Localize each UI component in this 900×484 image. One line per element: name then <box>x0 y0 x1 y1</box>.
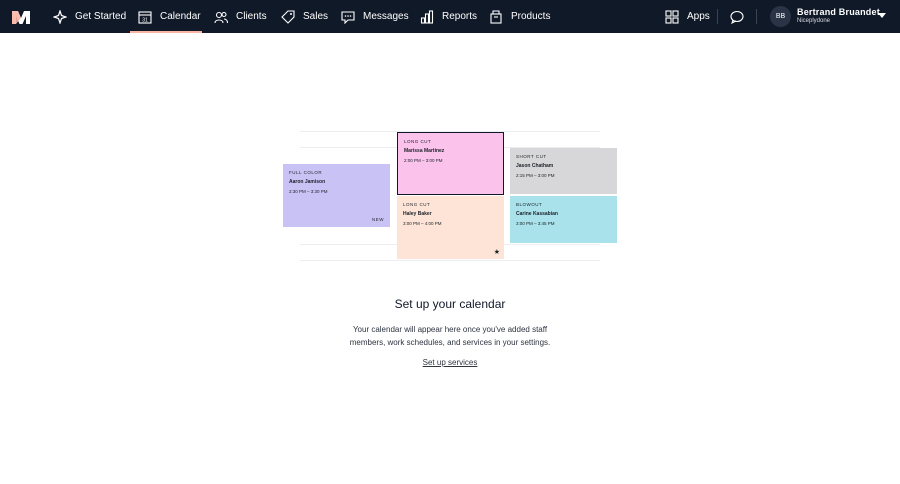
appointment-card: FULL COLOR Aaron Jamison 2:30 PM – 3:30 … <box>283 164 390 227</box>
appointment-time: 3:00 PM – 4:00 PM <box>403 221 442 226</box>
nav-label-products: Products <box>511 11 551 22</box>
nav-divider <box>756 9 757 24</box>
calendar-icon: 31 <box>138 10 152 24</box>
appointment-card: LONG CUT Marissa Martinez 2:00 PM – 3:00… <box>397 132 504 195</box>
appointment-service: LONG CUT <box>404 139 432 144</box>
set-up-services-link[interactable]: Set up services <box>423 358 478 367</box>
tag-icon <box>281 9 295 24</box>
grid-line <box>300 260 600 261</box>
nav-label-clients: Clients <box>236 11 267 22</box>
apps-button[interactable]: Apps <box>665 0 710 33</box>
nav-divider <box>717 9 718 24</box>
appointment-time: 3:00 PM – 3:45 PM <box>516 221 555 226</box>
appointment-time: 2:00 PM – 3:00 PM <box>404 158 443 163</box>
nav-item-get-started[interactable]: Get Started <box>53 0 126 33</box>
appointment-card: LONG CUT Haley Baker 3:00 PM – 4:00 PM ★ <box>397 196 504 259</box>
appointment-card: SHORT CUT Jason Chatham 2:15 PM – 3:00 P… <box>510 148 617 194</box>
sparkle-icon <box>53 9 67 24</box>
clients-icon <box>214 10 228 24</box>
appointment-client: Haley Baker <box>403 211 432 217</box>
box-icon <box>489 9 503 24</box>
speech-bubble-icon <box>730 10 744 24</box>
appointment-service: BLOWOUT <box>516 202 543 207</box>
calendar-illustration: FULL COLOR Aaron Jamison 2:30 PM – 3:30 … <box>280 128 620 264</box>
empty-state-link-wrapper: Set up services <box>0 358 900 367</box>
apps-label: Apps <box>687 11 710 22</box>
nav-item-calendar[interactable]: 31 Calendar <box>130 0 202 33</box>
appointment-service: SHORT CUT <box>516 154 547 159</box>
user-name[interactable]: Bertrand Bruandet <box>797 7 880 17</box>
user-business-name: Niceplydone <box>797 18 831 24</box>
appointment-service: LONG CUT <box>403 202 431 207</box>
nav-item-sales[interactable]: Sales <box>281 0 328 33</box>
appointment-card: BLOWOUT Carine Kassabian 3:00 PM – 3:45 … <box>510 196 617 243</box>
nav-item-messages[interactable]: Messages <box>341 0 409 33</box>
appointment-service: FULL COLOR <box>289 170 323 175</box>
empty-state-title: Set up your calendar <box>394 297 506 311</box>
appointment-client: Aaron Jamison <box>289 179 326 185</box>
top-navigation-bar: Get Started 31 Calendar Clients Sales Me… <box>0 0 900 33</box>
apps-grid-icon <box>665 9 679 24</box>
chevron-down-icon[interactable] <box>878 13 886 18</box>
nav-label-calendar: Calendar <box>160 11 201 22</box>
calendar-icon-day: 31 <box>142 17 148 23</box>
nav-label-reports: Reports <box>442 11 478 22</box>
empty-state-description: Your calendar will appear here once you'… <box>349 325 551 347</box>
star-icon: ★ <box>493 249 500 256</box>
notifications-button[interactable] <box>730 0 752 33</box>
new-badge: NEW <box>372 217 384 222</box>
fresha-logo-icon[interactable] <box>12 9 30 24</box>
nav-item-products[interactable]: Products <box>489 0 550 33</box>
nav-label-messages: Messages <box>363 11 409 22</box>
nav-label-get-started: Get Started <box>75 11 127 22</box>
nav-item-reports[interactable]: Reports <box>420 0 477 33</box>
bar-chart-icon <box>420 9 434 24</box>
appointment-client: Marissa Martinez <box>404 148 445 154</box>
avatar[interactable]: BB <box>770 6 791 27</box>
chat-bubble-icon <box>341 10 355 24</box>
appointment-time: 2:15 PM – 3:00 PM <box>516 173 555 178</box>
appointment-time: 2:30 PM – 3:30 PM <box>289 189 328 194</box>
nav-label-sales: Sales <box>303 11 329 22</box>
nav-item-clients[interactable]: Clients <box>214 0 267 33</box>
appointment-client: Carine Kassabian <box>516 211 558 217</box>
appointment-client: Jason Chatham <box>516 163 554 169</box>
